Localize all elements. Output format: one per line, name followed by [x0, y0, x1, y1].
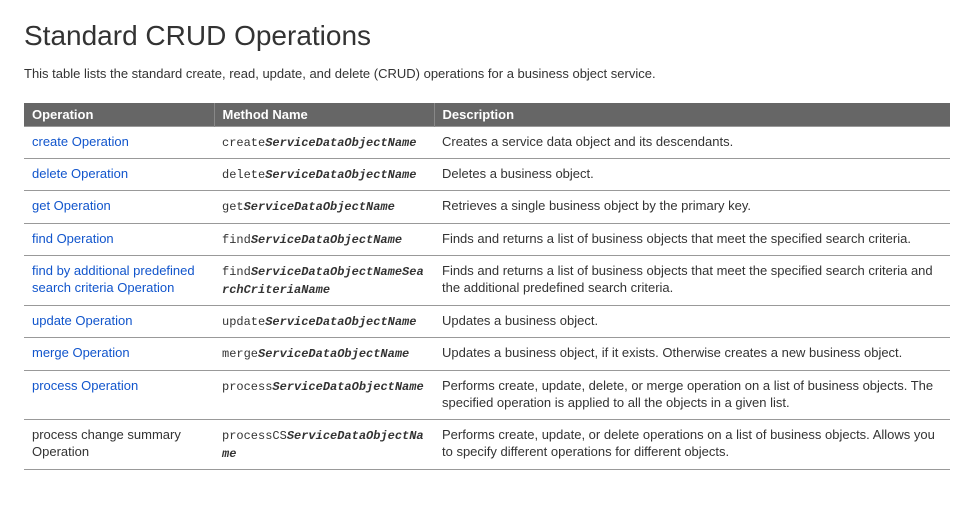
- description-cell: Deletes a business object.: [434, 159, 950, 191]
- operations-table: Operation Method Name Description create…: [24, 103, 950, 470]
- method-suffix: ServiceDataObjectName: [258, 347, 409, 361]
- operation-link[interactable]: find Operation: [32, 231, 114, 246]
- method-cell: mergeServiceDataObjectName: [214, 338, 434, 370]
- operation-link[interactable]: process Operation: [32, 378, 138, 393]
- operation-cell: find Operation: [24, 223, 214, 255]
- method-cell: findServiceDataObjectNameSearchCriteriaN…: [214, 255, 434, 305]
- method-prefix: update: [222, 315, 265, 329]
- col-header-method: Method Name: [214, 103, 434, 127]
- table-row: process change summary Operation processC…: [24, 419, 950, 469]
- method-prefix: process: [222, 380, 272, 394]
- operation-cell: merge Operation: [24, 338, 214, 370]
- method-suffix: ServiceDataObjectName: [272, 380, 423, 394]
- method-prefix: processCS: [222, 429, 287, 443]
- col-header-description: Description: [434, 103, 950, 127]
- method-suffix: ServiceDataObjectName: [244, 200, 395, 214]
- description-cell: Finds and returns a list of business obj…: [434, 255, 950, 305]
- table-header-row: Operation Method Name Description: [24, 103, 950, 127]
- operation-link[interactable]: find by additional predefined search cri…: [32, 263, 195, 296]
- method-cell: processCSServiceDataObjectName: [214, 419, 434, 469]
- operation-link[interactable]: merge Operation: [32, 345, 130, 360]
- table-row: find by additional predefined search cri…: [24, 255, 950, 305]
- method-suffix: ServiceDataObjectName: [251, 233, 402, 247]
- method-prefix: delete: [222, 168, 265, 182]
- description-cell: Retrieves a single business object by th…: [434, 191, 950, 223]
- method-cell: getServiceDataObjectName: [214, 191, 434, 223]
- description-cell: Creates a service data object and its de…: [434, 127, 950, 159]
- operation-cell: update Operation: [24, 306, 214, 338]
- method-prefix: find: [222, 265, 251, 279]
- table-row: delete Operation deleteServiceDataObjectN…: [24, 159, 950, 191]
- method-prefix: find: [222, 233, 251, 247]
- method-cell: updateServiceDataObjectName: [214, 306, 434, 338]
- table-row: get OperationgetServiceDataObjectNameRet…: [24, 191, 950, 223]
- operation-link[interactable]: delete Operation: [32, 166, 128, 181]
- operation-text: process change summary Operation: [32, 427, 181, 460]
- method-suffix: ServiceDataObjectName: [265, 168, 416, 182]
- operation-cell: create Operation: [24, 127, 214, 159]
- description-cell: Performs create, update, or delete opera…: [434, 419, 950, 469]
- operation-link[interactable]: get Operation: [32, 198, 111, 213]
- description-cell: Updates a business object.: [434, 306, 950, 338]
- operation-cell: process Operation: [24, 370, 214, 419]
- method-suffix: ServiceDataObjectName: [265, 136, 416, 150]
- table-row: update Operation updateServiceDataObjectN…: [24, 306, 950, 338]
- method-cell: findServiceDataObjectName: [214, 223, 434, 255]
- table-row: merge Operation mergeServiceDataObjectNam…: [24, 338, 950, 370]
- operation-link[interactable]: create Operation: [32, 134, 129, 149]
- col-header-operation: Operation: [24, 103, 214, 127]
- intro-text: This table lists the standard create, re…: [24, 66, 950, 81]
- operation-cell: get Operation: [24, 191, 214, 223]
- method-prefix: get: [222, 200, 244, 214]
- operation-link[interactable]: update Operation: [32, 313, 132, 328]
- table-row: create Operation createServiceDataObjectN…: [24, 127, 950, 159]
- method-cell: processServiceDataObjectName: [214, 370, 434, 419]
- method-suffix: ServiceDataObjectNameSearchCriteriaName: [222, 265, 424, 297]
- operation-cell: delete Operation: [24, 159, 214, 191]
- method-suffix: ServiceDataObjectName: [265, 315, 416, 329]
- method-cell: deleteServiceDataObjectName: [214, 159, 434, 191]
- page-title: Standard CRUD Operations: [24, 20, 950, 52]
- method-cell: createServiceDataObjectName: [214, 127, 434, 159]
- method-prefix: create: [222, 136, 265, 150]
- description-cell: Finds and returns a list of business obj…: [434, 223, 950, 255]
- operation-cell: find by additional predefined search cri…: [24, 255, 214, 305]
- method-prefix: merge: [222, 347, 258, 361]
- table-row: find OperationfindServiceDataObjectNameF…: [24, 223, 950, 255]
- description-cell: Updates a business object, if it exists.…: [434, 338, 950, 370]
- operation-cell: process change summary Operation: [24, 419, 214, 469]
- description-cell: Performs create, update, delete, or merg…: [434, 370, 950, 419]
- table-row: process Operation processServiceDataObjec…: [24, 370, 950, 419]
